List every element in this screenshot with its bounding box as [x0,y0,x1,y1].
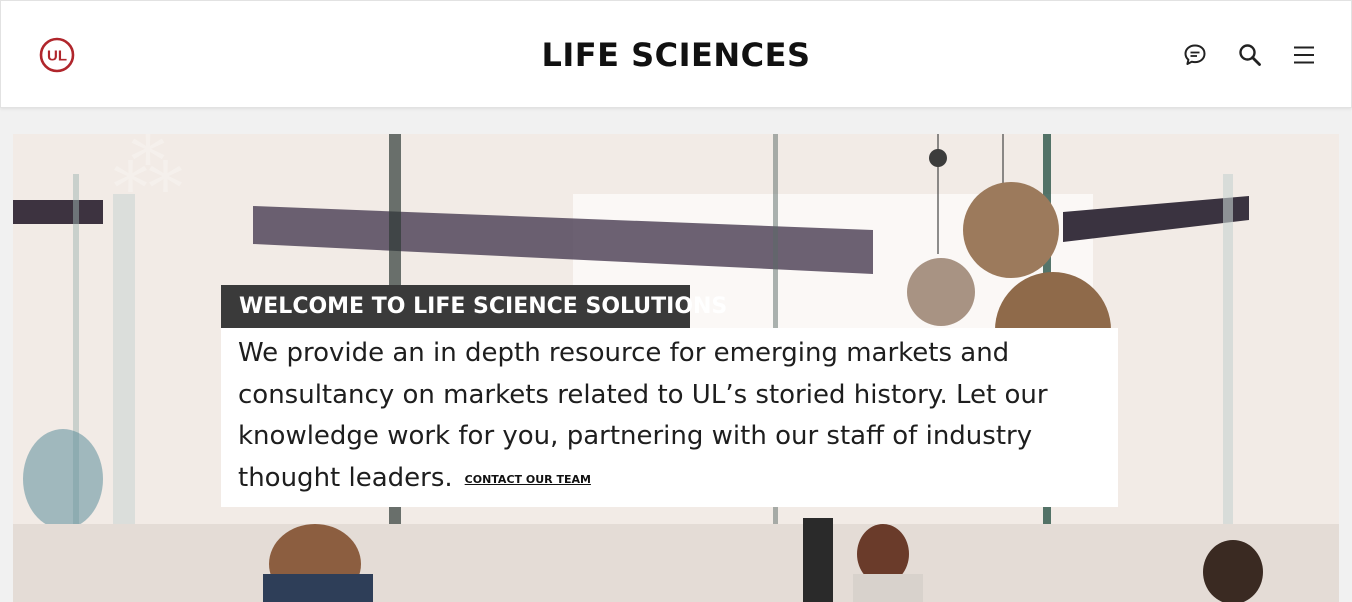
intro-paragraph: We provide an in depth resource for emer… [238,333,1088,500]
intro-panel: We provide an in depth resource for emer… [221,328,1118,507]
site-title: LIFE SCIENCES [541,36,811,74]
chat-button[interactable] [1182,42,1208,68]
contact-our-team-link[interactable]: CONTACT OUR TEAM [465,473,591,486]
welcome-heading: WELCOME TO LIFE SCIENCE SOLUTIONS [221,285,727,328]
watermark-decoration: ⁂ [113,134,183,207]
search-button[interactable] [1237,42,1263,68]
chat-bubble-icon [1184,44,1206,65]
site-header: UL LIFE SCIENCES [0,0,1352,108]
hamburger-menu-icon [1294,46,1314,64]
intro-description: We provide an in depth resource for emer… [238,338,1048,493]
search-icon [1239,44,1261,66]
menu-button[interactable] [1291,42,1317,68]
